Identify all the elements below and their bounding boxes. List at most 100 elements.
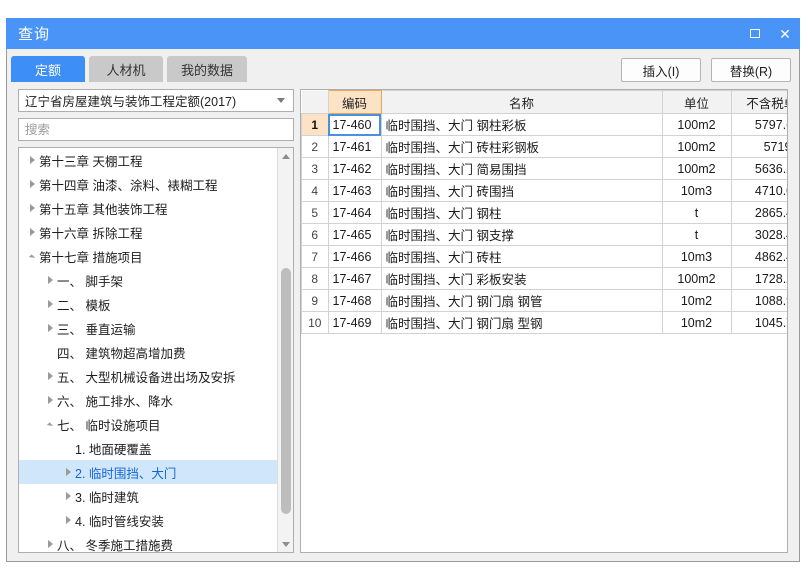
table-row[interactable]: 317-462临时围挡、大门 简易围挡100m25636.21 bbox=[301, 157, 787, 180]
chevron-right-icon[interactable] bbox=[25, 228, 39, 236]
cell-price[interactable]: 4862.41 bbox=[730, 245, 787, 268]
row-number-cell[interactable]: 2 bbox=[301, 135, 329, 158]
cell-price[interactable]: 3028.43 bbox=[730, 223, 787, 246]
cell-code[interactable]: 17-468 bbox=[327, 289, 382, 312]
replace-button[interactable]: 替换(R) bbox=[711, 58, 791, 82]
tree-item[interactable]: 2. 临时围挡、大门 bbox=[19, 460, 278, 484]
column-header-unit[interactable]: 单位 bbox=[661, 90, 732, 114]
cell-price[interactable]: 1088.91 bbox=[730, 289, 787, 312]
tree-vertical-scrollbar[interactable] bbox=[277, 148, 293, 552]
tree-item[interactable]: 1. 地面硬覆盖 bbox=[19, 436, 278, 460]
tree-item[interactable]: 五、 大型机械设备进出场及安拆 bbox=[19, 364, 278, 388]
cell-name[interactable]: 临时围挡、大门 彩板安装 bbox=[380, 267, 663, 290]
tree-item[interactable]: 第十七章 措施项目 bbox=[19, 244, 278, 268]
cell-unit[interactable]: 100m2 bbox=[661, 157, 732, 180]
row-number-cell[interactable]: 10 bbox=[301, 311, 329, 334]
tree-item[interactable]: 第十四章 油漆、涂料、裱糊工程 bbox=[19, 172, 278, 196]
column-header-price[interactable]: 不含税单价 bbox=[730, 90, 787, 114]
row-number-cell[interactable]: 6 bbox=[301, 223, 329, 246]
tree-item[interactable]: 一、 脚手架 bbox=[19, 268, 278, 292]
cell-code[interactable]: 17-460 bbox=[327, 113, 382, 136]
cell-code[interactable]: 17-462 bbox=[327, 157, 382, 180]
cell-code[interactable]: 17-469 bbox=[327, 311, 382, 334]
chapter-tree[interactable]: 第十三章 天棚工程 第十四章 油漆、涂料、裱糊工程 第十五章 其他装饰工程 第十六章 … bbox=[19, 148, 278, 552]
cell-price[interactable]: 4710.05 bbox=[730, 179, 787, 202]
cell-unit[interactable]: 10m2 bbox=[661, 289, 732, 312]
cell-name[interactable]: 临时围挡、大门 砖围挡 bbox=[380, 179, 663, 202]
chevron-right-icon[interactable] bbox=[43, 540, 57, 548]
chevron-right-icon[interactable] bbox=[43, 300, 57, 308]
cell-price[interactable]: 5797.61 bbox=[730, 113, 787, 136]
tree-item[interactable]: 第十五章 其他装饰工程 bbox=[19, 196, 278, 220]
chevron-right-icon[interactable] bbox=[43, 324, 57, 332]
cell-unit[interactable]: 100m2 bbox=[661, 267, 732, 290]
row-number-cell[interactable]: 9 bbox=[301, 289, 329, 312]
cell-unit[interactable]: 10m3 bbox=[661, 245, 732, 268]
tree-item[interactable]: 第十六章 拆除工程 bbox=[19, 220, 278, 244]
cell-unit[interactable]: 100m2 bbox=[661, 113, 732, 136]
row-number-cell[interactable]: 8 bbox=[301, 267, 329, 290]
close-button[interactable]: ✕ bbox=[770, 18, 800, 49]
cell-code[interactable]: 17-465 bbox=[327, 223, 382, 246]
tree-item[interactable]: 八、 冬季施工措施费 bbox=[19, 532, 278, 552]
cell-name[interactable]: 临时围挡、大门 砖柱 bbox=[380, 245, 663, 268]
chevron-right-icon[interactable] bbox=[43, 276, 57, 284]
row-number-cell[interactable]: 4 bbox=[301, 179, 329, 202]
cell-unit[interactable]: 100m2 bbox=[661, 135, 732, 158]
search-input[interactable] bbox=[19, 119, 293, 140]
cell-unit[interactable]: 10m2 bbox=[661, 311, 732, 334]
cell-name[interactable]: 临时围挡、大门 钢柱 bbox=[380, 201, 663, 224]
table-row[interactable]: 817-467临时围挡、大门 彩板安装100m21728.23 bbox=[301, 267, 787, 290]
tree-item[interactable]: 三、 垂直运输 bbox=[19, 316, 278, 340]
chevron-right-icon[interactable] bbox=[43, 396, 57, 404]
insert-button[interactable]: 插入(I) bbox=[621, 58, 701, 82]
cell-unit[interactable]: 10m3 bbox=[661, 179, 732, 202]
row-number-cell[interactable]: 1 bbox=[301, 113, 329, 136]
chevron-right-icon[interactable] bbox=[61, 516, 75, 524]
table-row[interactable]: 717-466临时围挡、大门 砖柱10m34862.41 bbox=[301, 245, 787, 268]
tab-my-data[interactable]: 我的数据 bbox=[167, 56, 248, 82]
chevron-down-icon[interactable] bbox=[25, 253, 39, 261]
tree-item[interactable]: 七、 临时设施项目 bbox=[19, 412, 278, 436]
tree-scrollbar-thumb[interactable] bbox=[281, 268, 291, 514]
cell-name[interactable]: 临时围挡、大门 砖柱彩钢板 bbox=[380, 135, 663, 158]
cell-price[interactable]: 1045.71 bbox=[730, 311, 787, 334]
chevron-right-icon[interactable] bbox=[25, 156, 39, 164]
tree-scroll-up-button[interactable] bbox=[278, 148, 293, 164]
cell-unit[interactable]: t bbox=[661, 223, 732, 246]
quota-library-select[interactable]: 辽宁省房屋建筑与装饰工程定额(2017) bbox=[18, 89, 294, 112]
search-box[interactable] bbox=[18, 118, 294, 141]
chevron-down-icon[interactable] bbox=[43, 421, 57, 429]
chevron-right-icon[interactable] bbox=[61, 468, 75, 476]
cell-unit[interactable]: t bbox=[661, 201, 732, 224]
cell-price[interactable]: 2865.47 bbox=[730, 201, 787, 224]
cell-name[interactable]: 临时围挡、大门 钢门扇 型钢 bbox=[380, 311, 663, 334]
tree-item[interactable]: 二、 模板 bbox=[19, 292, 278, 316]
cell-price[interactable]: 5719 bbox=[730, 135, 787, 158]
cell-code[interactable]: 17-464 bbox=[327, 201, 382, 224]
table-row[interactable]: 617-465临时围挡、大门 钢支撑t3028.43 bbox=[301, 223, 787, 246]
cell-name[interactable]: 临时围挡、大门 简易围挡 bbox=[380, 157, 663, 180]
row-number-cell[interactable]: 3 bbox=[301, 157, 329, 180]
column-header-code[interactable]: 编码 bbox=[327, 90, 382, 114]
tree-item[interactable]: 3. 临时建筑 bbox=[19, 484, 278, 508]
chevron-right-icon[interactable] bbox=[43, 372, 57, 380]
cell-price[interactable]: 1728.23 bbox=[730, 267, 787, 290]
table-row[interactable]: 417-463临时围挡、大门 砖围挡10m34710.05 bbox=[301, 179, 787, 202]
column-header-name[interactable]: 名称 bbox=[380, 90, 663, 114]
tree-scroll-down-button[interactable] bbox=[278, 536, 293, 552]
row-number-cell[interactable]: 5 bbox=[301, 201, 329, 224]
maximize-button[interactable] bbox=[740, 18, 770, 49]
chevron-right-icon[interactable] bbox=[25, 180, 39, 188]
cell-code[interactable]: 17-463 bbox=[327, 179, 382, 202]
tab-quota[interactable]: 定额 bbox=[11, 56, 85, 82]
chevron-right-icon[interactable] bbox=[25, 204, 39, 212]
tree-item[interactable]: 四、 建筑物超高增加费 bbox=[19, 340, 278, 364]
cell-name[interactable]: 临时围挡、大门 钢门扇 钢管 bbox=[380, 289, 663, 312]
table-row[interactable]: 517-464临时围挡、大门 钢柱t2865.47 bbox=[301, 201, 787, 224]
chevron-right-icon[interactable] bbox=[61, 492, 75, 500]
row-number-cell[interactable]: 7 bbox=[301, 245, 329, 268]
tree-item[interactable]: 4. 临时管线安装 bbox=[19, 508, 278, 532]
table-row[interactable]: 1017-469临时围挡、大门 钢门扇 型钢10m21045.71 bbox=[301, 311, 787, 334]
cell-name[interactable]: 临时围挡、大门 钢柱彩板 bbox=[380, 113, 663, 136]
